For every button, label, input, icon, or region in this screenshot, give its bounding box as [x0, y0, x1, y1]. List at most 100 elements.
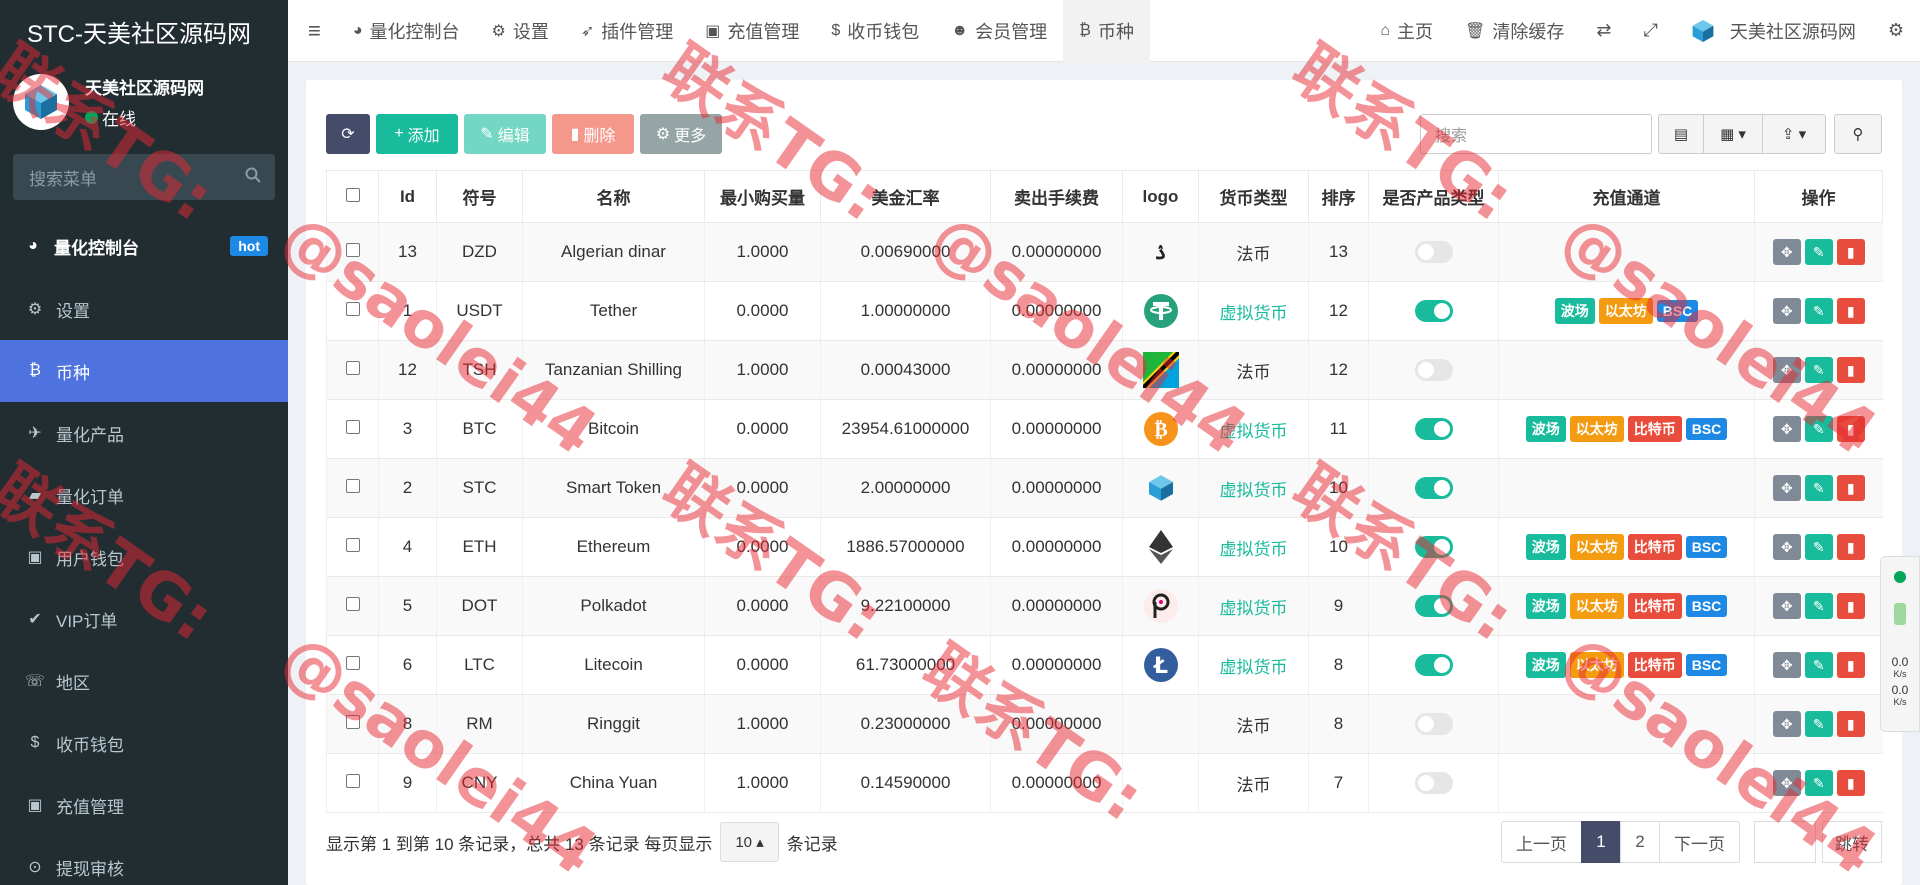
product-type-toggle[interactable]: [1414, 241, 1453, 263]
delete-icon[interactable]: ▮: [1836, 475, 1865, 501]
language-icon[interactable]: ⇄: [1580, 0, 1627, 62]
move-icon[interactable]: ✥: [1772, 770, 1801, 796]
row-checkbox[interactable]: [326, 340, 379, 400]
product-type-toggle[interactable]: [1414, 772, 1453, 794]
column-header[interactable]: 名称: [522, 170, 705, 223]
edit-button[interactable]: ✎ 编辑: [464, 114, 546, 154]
cell-currency-type[interactable]: 虚拟货币: [1198, 635, 1309, 695]
edit-icon[interactable]: ✎: [1804, 239, 1833, 265]
search-icon[interactable]: [245, 167, 261, 188]
move-icon[interactable]: ✥: [1772, 239, 1801, 265]
move-icon[interactable]: ✥: [1772, 357, 1801, 383]
tab-receive-wallet[interactable]: $ 收币钱包: [815, 0, 935, 62]
product-type-toggle[interactable]: [1414, 300, 1453, 322]
move-icon[interactable]: ✥: [1772, 475, 1801, 501]
table-row[interactable]: 3 BTC Bitcoin 0.0000 23954.61000000 0.00…: [326, 399, 1883, 459]
edit-icon[interactable]: ✎: [1804, 652, 1833, 678]
menu-search-input[interactable]: 搜索菜单: [13, 154, 275, 200]
sidebar-item-receive-wallet[interactable]: $ 收币钱包: [0, 712, 288, 774]
page-size-select[interactable]: 10 ▴: [720, 822, 779, 862]
cell-currency-type[interactable]: 虚拟货币: [1198, 517, 1309, 577]
sidebar-item-region[interactable]: ☏ 地区: [0, 650, 288, 712]
row-checkbox[interactable]: [326, 694, 379, 754]
column-header[interactable]: 是否产品类型: [1368, 170, 1499, 223]
table-row[interactable]: 12 TSH Tanzanian Shilling 1.0000 0.00043…: [326, 340, 1883, 400]
row-checkbox[interactable]: [326, 399, 379, 459]
tab-recharge[interactable]: ▣ 充值管理: [689, 0, 815, 62]
delete-icon[interactable]: ▮: [1836, 593, 1865, 619]
delete-button[interactable]: ▮ 删除: [552, 114, 634, 154]
delete-icon[interactable]: ▮: [1836, 239, 1865, 265]
delete-icon[interactable]: ▮: [1836, 652, 1865, 678]
tab-dashboard[interactable]: ◕ 量化控制台: [337, 0, 476, 62]
row-checkbox[interactable]: [326, 222, 379, 282]
refresh-button[interactable]: ⟳: [326, 114, 370, 154]
table-row[interactable]: 6 LTC Litecoin 0.0000 61.73000000 0.0000…: [326, 635, 1883, 695]
fullscreen-icon[interactable]: ⤢: [1627, 0, 1673, 62]
column-header[interactable]: 充值通道: [1498, 170, 1755, 223]
column-header[interactable]: 货币类型: [1198, 170, 1309, 223]
sidebar-item-withdraw-review[interactable]: ⊙ 提现审核: [0, 836, 288, 885]
next-page-button[interactable]: 下一页: [1659, 821, 1740, 863]
product-type-toggle[interactable]: [1414, 418, 1453, 440]
move-icon[interactable]: ✥: [1772, 298, 1801, 324]
move-icon[interactable]: ✥: [1772, 416, 1801, 442]
delete-icon[interactable]: ▮: [1836, 357, 1865, 383]
column-header[interactable]: 卖出手续费: [990, 170, 1123, 223]
sidebar-item-recharge[interactable]: ▣ 充值管理: [0, 774, 288, 836]
table-row[interactable]: 9 CNY China Yuan 1.0000 0.14590000 0.000…: [326, 753, 1883, 813]
sidebar-item-currency[interactable]: ₿ 币种: [0, 340, 288, 402]
product-type-toggle[interactable]: [1414, 595, 1453, 617]
delete-icon[interactable]: ▮: [1836, 711, 1865, 737]
product-type-toggle[interactable]: [1414, 654, 1453, 676]
tab-members[interactable]: ☻ 会员管理: [935, 0, 1063, 62]
row-checkbox[interactable]: [326, 576, 379, 636]
column-header[interactable]: 美金汇率: [820, 170, 991, 223]
row-checkbox[interactable]: [326, 753, 379, 813]
table-row[interactable]: 1 USDT Tether 0.0000 1.00000000 0.000000…: [326, 281, 1883, 341]
edit-icon[interactable]: ✎: [1804, 475, 1833, 501]
table-row[interactable]: 5 DOT Polkadot 0.0000 9.22100000 0.00000…: [326, 576, 1883, 636]
tab-currency[interactable]: ₿ 币种: [1063, 0, 1150, 62]
cell-currency-type[interactable]: 虚拟货币: [1198, 399, 1309, 459]
export-icon[interactable]: ⇪ ▾: [1762, 114, 1826, 154]
edit-icon[interactable]: ✎: [1804, 593, 1833, 619]
table-row[interactable]: 8 RM Ringgit 1.0000 0.23000000 0.0000000…: [326, 694, 1883, 754]
edit-icon[interactable]: ✎: [1804, 534, 1833, 560]
add-button[interactable]: + 添加: [376, 114, 458, 154]
menu-toggle-icon[interactable]: ≡: [288, 0, 337, 62]
network-speed-widget[interactable]: 0.0 K/s 0.0 K/s: [1880, 556, 1920, 732]
delete-icon[interactable]: ▮: [1836, 534, 1865, 560]
edit-icon[interactable]: ✎: [1804, 298, 1833, 324]
table-row[interactable]: 13 DZD Algerian dinar 1.0000 0.00690000 …: [326, 222, 1883, 282]
column-header[interactable]: 最小购买量: [704, 170, 821, 223]
edit-icon[interactable]: ✎: [1804, 770, 1833, 796]
edit-icon[interactable]: ✎: [1804, 357, 1833, 383]
delete-icon[interactable]: ▮: [1836, 416, 1865, 442]
column-header[interactable]: 操作: [1754, 170, 1883, 223]
jump-page-input[interactable]: [1754, 821, 1816, 863]
product-type-toggle[interactable]: [1414, 477, 1453, 499]
user-menu[interactable]: 天美社区源码网: [1674, 0, 1872, 62]
column-header[interactable]: logo: [1122, 170, 1199, 223]
move-icon[interactable]: ✥: [1772, 593, 1801, 619]
edit-icon[interactable]: ✎: [1804, 711, 1833, 737]
cell-currency-type[interactable]: 虚拟货币: [1198, 281, 1309, 341]
table-row[interactable]: 2 STC Smart Token 0.0000 2.00000000 0.00…: [326, 458, 1883, 518]
move-icon[interactable]: ✥: [1772, 534, 1801, 560]
prev-page-button[interactable]: 上一页: [1501, 821, 1582, 863]
product-type-toggle[interactable]: [1414, 359, 1453, 381]
edit-icon[interactable]: ✎: [1804, 416, 1833, 442]
move-icon[interactable]: ✥: [1772, 652, 1801, 678]
sidebar-item-quant-orders[interactable]: ▰ 量化订单: [0, 464, 288, 526]
jump-button[interactable]: 跳转: [1822, 821, 1882, 863]
delete-icon[interactable]: ▮: [1836, 298, 1865, 324]
tab-settings[interactable]: ⚙ 设置: [476, 0, 565, 62]
column-header[interactable]: 排序: [1308, 170, 1369, 223]
cell-currency-type[interactable]: 虚拟货币: [1198, 458, 1309, 518]
page-1-button[interactable]: 1: [1581, 821, 1621, 863]
gears-icon[interactable]: ⚙: [1872, 0, 1920, 62]
tab-plugins[interactable]: ➶ 插件管理: [565, 0, 689, 62]
move-icon[interactable]: ✥: [1772, 711, 1801, 737]
toggle-view-icon[interactable]: ▤: [1658, 114, 1704, 154]
